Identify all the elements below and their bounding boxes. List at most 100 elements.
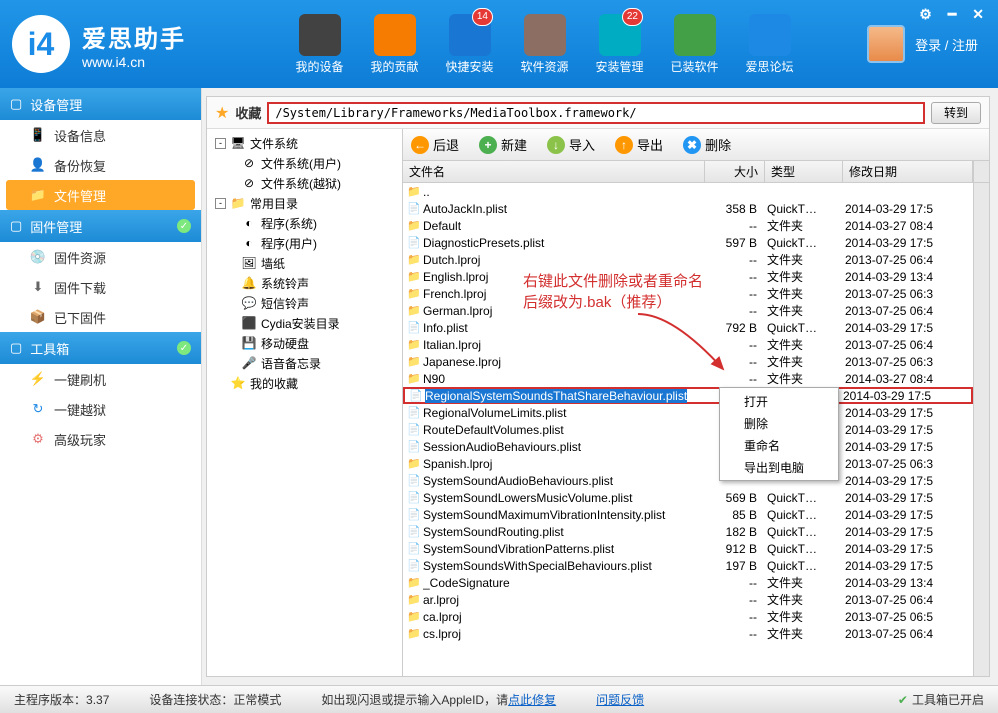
tree-node[interactable]: ⭐我的收藏	[211, 373, 398, 393]
col-size[interactable]: 大小	[705, 161, 765, 182]
nav-item-4[interactable]: 安装管理22	[582, 10, 657, 79]
tree-toggle-icon[interactable]: -	[215, 138, 226, 149]
file-name: French.lproj	[423, 287, 486, 301]
avatar[interactable]	[867, 25, 905, 63]
file-row[interactable]: 📄SystemSoundMaximumVibrationIntensity.pl…	[403, 506, 973, 523]
file-row[interactable]: 📁Dutch.lproj--文件夹2013-07-25 06:4	[403, 251, 973, 268]
tree-node[interactable]: ◐程序(系统)	[211, 213, 398, 233]
context-menu: 打开删除重命名导出到电脑	[719, 387, 839, 481]
file-date: 2014-03-29 17:5	[839, 389, 969, 403]
tree-node[interactable]: 💬短信铃声	[211, 293, 398, 313]
file-row[interactable]: 📄RegionalSystemSoundsThatShareBehaviour.…	[403, 387, 973, 404]
file-row[interactable]: 📄SessionAudioBehaviours.plist2014-03-29 …	[403, 438, 973, 455]
sidebar-item-label: 一键刷机	[54, 370, 106, 389]
tree-node[interactable]: -📁常用目录	[211, 193, 398, 213]
context-menu-item[interactable]: 重命名	[722, 434, 836, 456]
file-type: 文件夹	[763, 353, 841, 370]
nav-label: 我的贡献	[370, 58, 418, 75]
col-name[interactable]: 文件名	[403, 161, 705, 182]
file-row[interactable]: 📁ca.lproj--文件夹2013-07-25 06:5	[403, 608, 973, 625]
tree-node[interactable]: ⊘文件系统(越狱)	[211, 173, 398, 193]
sidebar-item[interactable]: 📱设备信息	[0, 120, 201, 150]
context-menu-item[interactable]: 删除	[722, 412, 836, 434]
file-size: --	[705, 627, 763, 641]
sidebar-item[interactable]: ⬇固件下载	[0, 272, 201, 302]
login-link[interactable]: 登录 / 注册	[915, 35, 978, 54]
nav-item-3[interactable]: 软件资源	[507, 10, 582, 79]
nav-item-0[interactable]: 我的设备	[282, 10, 357, 79]
col-type[interactable]: 类型	[765, 161, 843, 182]
sidebar-item[interactable]: 👤备份恢复	[0, 150, 201, 180]
close-icon[interactable]: ✕	[972, 6, 984, 23]
fix-link[interactable]: 点此修复	[508, 693, 556, 707]
tree-node[interactable]: ⊘文件系统(用户)	[211, 153, 398, 173]
sidebar-item-label: 文件管理	[54, 186, 106, 205]
nav-item-5[interactable]: 已装软件	[657, 10, 732, 79]
tree-node[interactable]: 🎤语音备忘录	[211, 353, 398, 373]
nav-label: 爱思论坛	[745, 58, 793, 75]
file-icon: 📄	[405, 491, 423, 504]
file-row[interactable]: 📄DiagnosticPresets.plist597 BQuickT…2014…	[403, 234, 973, 251]
file-size: 182 B	[705, 525, 763, 539]
new-button[interactable]: +新建	[479, 135, 527, 154]
context-menu-item[interactable]: 导出到电脑	[722, 456, 836, 478]
sidebar-section-header[interactable]: ▢固件管理✓	[0, 210, 201, 242]
file-row[interactable]: 📄RegionalVolumeLimits.plist--文件夹2014-03-…	[403, 404, 973, 421]
feedback-link[interactable]: 问题反馈	[596, 691, 644, 708]
sidebar-item[interactable]: 💿固件资源	[0, 242, 201, 272]
file-row[interactable]: 📁Spanish.lproj--文件夹2013-07-25 06:3	[403, 455, 973, 472]
context-menu-item[interactable]: 打开	[722, 390, 836, 412]
tree-node[interactable]: 🔔系统铃声	[211, 273, 398, 293]
file-icon: 📁	[405, 253, 423, 266]
tree-node[interactable]: 🖼墙纸	[211, 253, 398, 273]
settings-icon[interactable]: ⚙	[919, 6, 932, 23]
file-type: 文件夹	[763, 217, 841, 234]
sidebar-section-header[interactable]: ▢设备管理	[0, 88, 201, 120]
file-date: 2014-03-27 08:4	[841, 372, 971, 386]
tree-node[interactable]: -🖥文件系统	[211, 133, 398, 153]
tree-label: 程序(用户)	[261, 235, 317, 252]
col-date[interactable]: 修改日期	[843, 161, 973, 182]
delete-button[interactable]: ✖删除	[683, 135, 731, 154]
file-row[interactable]: 📁_CodeSignature--文件夹2014-03-29 13:4	[403, 574, 973, 591]
scrollbar[interactable]	[973, 183, 989, 676]
nav-item-6[interactable]: 爱思论坛	[732, 10, 807, 79]
file-row[interactable]: 📄SystemSoundAudioBehaviours.plist2014-03…	[403, 472, 973, 489]
sidebar-section-header[interactable]: ▢工具箱✓	[0, 332, 201, 364]
tree-node[interactable]: ◐程序(用户)	[211, 233, 398, 253]
sidebar-item[interactable]: 📦已下固件	[0, 302, 201, 332]
file-row[interactable]: 📄SystemSoundRouting.plist182 BQuickT…201…	[403, 523, 973, 540]
sidebar-item[interactable]: 📁文件管理	[6, 180, 195, 210]
import-button[interactable]: ↓导入	[547, 135, 595, 154]
file-size: 358 B	[705, 202, 763, 216]
file-date: 2014-03-29 17:5	[841, 406, 971, 420]
file-row[interactable]: 📄AutoJackIn.plist358 BQuickT…2014-03-29 …	[403, 200, 973, 217]
nav-item-2[interactable]: 快捷安装14	[432, 10, 507, 79]
file-name: SystemSoundVibrationPatterns.plist	[423, 542, 614, 556]
nav-item-1[interactable]: 我的贡献	[357, 10, 432, 79]
sidebar-item[interactable]: ⚙高级玩家	[0, 424, 201, 454]
goto-button[interactable]: 转到	[931, 102, 981, 124]
minimize-icon[interactable]: ━	[948, 6, 956, 23]
file-type: QuickT…	[763, 525, 841, 539]
back-button[interactable]: ←后退	[411, 135, 459, 154]
tree-node[interactable]: ⬛Cydia安装目录	[211, 313, 398, 333]
export-button[interactable]: ↑导出	[615, 135, 663, 154]
tree-toggle-icon[interactable]: -	[215, 198, 226, 209]
file-row[interactable]: 📄SystemSoundVibrationPatterns.plist912 B…	[403, 540, 973, 557]
sidebar-item[interactable]: ⚡一键刷机	[0, 364, 201, 394]
file-row[interactable]: 📁..	[403, 183, 973, 200]
file-row[interactable]: 📁cs.lproj--文件夹2013-07-25 06:4	[403, 625, 973, 642]
file-row[interactable]: 📄RouteDefaultVolumes.plist2014-03-29 17:…	[403, 421, 973, 438]
tree-node[interactable]: 💾移动硬盘	[211, 333, 398, 353]
file-row[interactable]: 📄SystemSoundsWithSpecialBehaviours.plist…	[403, 557, 973, 574]
sidebar-item[interactable]: ↻一键越狱	[0, 394, 201, 424]
file-row[interactable]: 📁Default--文件夹2014-03-27 08:4	[403, 217, 973, 234]
path-input[interactable]	[267, 102, 925, 124]
file-row[interactable]: 📄SystemSoundLowersMusicVolume.plist569 B…	[403, 489, 973, 506]
favorite-icon[interactable]: ★	[215, 103, 229, 123]
file-icon: 📄	[405, 406, 423, 419]
file-row[interactable]: 📁ar.lproj--文件夹2013-07-25 06:4	[403, 591, 973, 608]
sidebar-item-icon: ⬇	[30, 279, 46, 295]
sidebar-item-label: 高级玩家	[54, 430, 106, 449]
